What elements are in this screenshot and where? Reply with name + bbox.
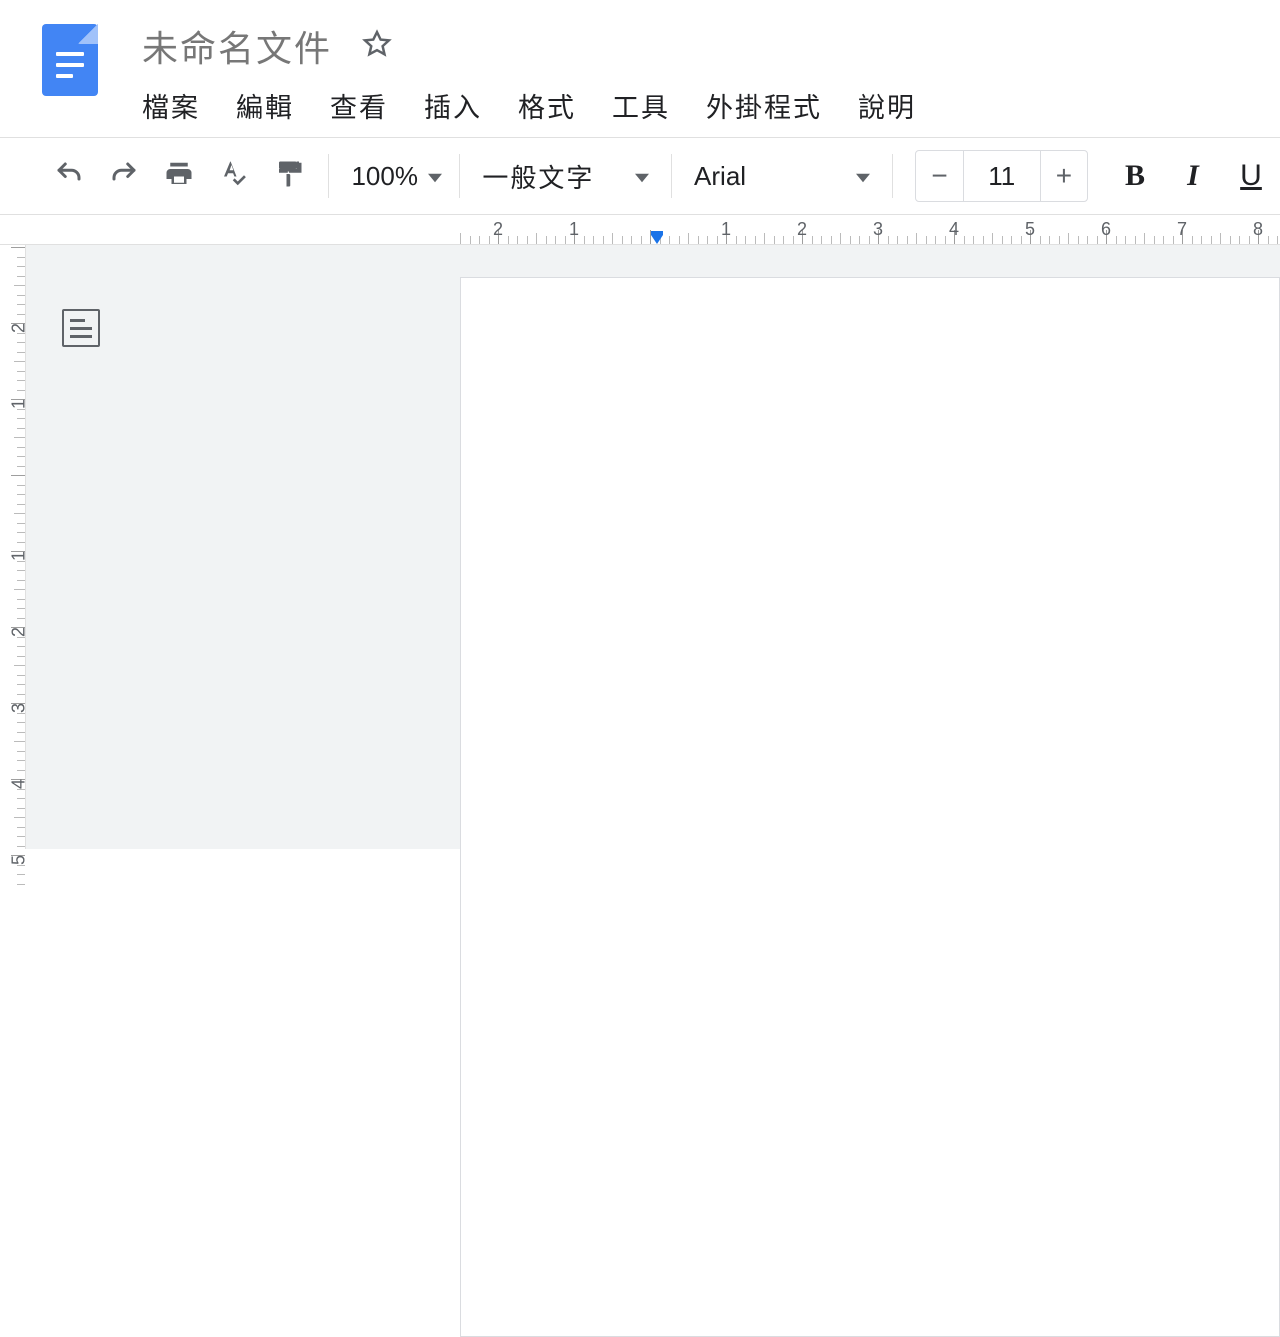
underline-button[interactable]: U bbox=[1222, 148, 1280, 204]
print-icon bbox=[164, 159, 194, 194]
logo-wrap bbox=[0, 14, 140, 96]
font-size-stepper: − + bbox=[915, 150, 1088, 202]
ruler-number: 8 bbox=[1253, 219, 1263, 240]
editor-surface: 2112345678 2112345 bbox=[0, 215, 1280, 849]
zoom-dropdown[interactable]: 100% bbox=[341, 148, 447, 204]
vertical-ruler[interactable]: 2112345 bbox=[0, 245, 26, 849]
toolbar-separator bbox=[671, 154, 672, 198]
header: 未命名文件 檔案 編輯 查看 插入 格式 工具 外掛程式 說明 bbox=[0, 0, 1280, 137]
menu-view[interactable]: 查看 bbox=[330, 86, 388, 125]
ruler-number: 4 bbox=[9, 779, 30, 789]
ruler-number: 3 bbox=[873, 219, 883, 240]
document-page[interactable] bbox=[460, 277, 1280, 1337]
bold-icon: B bbox=[1125, 159, 1145, 193]
toolbar-separator bbox=[459, 154, 460, 198]
font-size-increase-button[interactable]: + bbox=[1041, 151, 1087, 201]
paragraph-style-value: 一般文字 bbox=[482, 158, 594, 195]
toolbar-separator bbox=[328, 154, 329, 198]
undo-icon bbox=[54, 159, 84, 194]
ruler-number: 5 bbox=[1025, 219, 1035, 240]
text-format-group: B I U bbox=[1106, 148, 1280, 204]
ruler-number: 1 bbox=[721, 219, 731, 240]
ruler-number: 4 bbox=[949, 219, 959, 240]
ruler-number: 2 bbox=[493, 219, 503, 240]
italic-icon: I bbox=[1187, 159, 1199, 193]
zoom-value: 100% bbox=[351, 161, 418, 192]
font-dropdown[interactable]: Arial bbox=[684, 148, 880, 204]
redo-icon bbox=[109, 159, 139, 194]
docs-logo-icon[interactable] bbox=[42, 24, 98, 96]
ruler-number: 2 bbox=[797, 219, 807, 240]
chevron-down-icon bbox=[428, 161, 442, 192]
ruler-number: 5 bbox=[9, 855, 30, 865]
font-value: Arial bbox=[694, 161, 746, 192]
ruler-number: 7 bbox=[1177, 219, 1187, 240]
menu-insert[interactable]: 插入 bbox=[424, 86, 482, 125]
menu-format[interactable]: 格式 bbox=[518, 86, 576, 125]
star-icon bbox=[362, 29, 392, 64]
spellcheck-button[interactable] bbox=[207, 148, 262, 204]
title-column: 未命名文件 檔案 編輯 查看 插入 格式 工具 外掛程式 說明 bbox=[140, 14, 1280, 137]
ruler-number: 1 bbox=[569, 219, 579, 240]
print-button[interactable] bbox=[152, 148, 207, 204]
underline-icon: U bbox=[1240, 159, 1262, 193]
ruler-number: 1 bbox=[9, 399, 30, 409]
ruler-number: 6 bbox=[1101, 219, 1111, 240]
undo-button[interactable] bbox=[42, 148, 97, 204]
paint-roller-icon bbox=[274, 159, 304, 194]
menu-addons[interactable]: 外掛程式 bbox=[706, 86, 822, 125]
menu-tools[interactable]: 工具 bbox=[612, 86, 670, 125]
ruler-number: 3 bbox=[9, 703, 30, 713]
paragraph-style-dropdown[interactable]: 一般文字 bbox=[472, 148, 659, 204]
spellcheck-icon bbox=[219, 159, 249, 194]
toolbar-separator bbox=[892, 154, 893, 198]
menu-file[interactable]: 檔案 bbox=[142, 86, 200, 125]
menu-bar: 檔案 編輯 查看 插入 格式 工具 外掛程式 說明 bbox=[140, 72, 1280, 137]
ruler-number: 2 bbox=[9, 323, 30, 333]
star-button[interactable] bbox=[360, 29, 394, 63]
ruler-number: 1 bbox=[9, 551, 30, 561]
ruler-number: 2 bbox=[9, 627, 30, 637]
chevron-down-icon bbox=[635, 161, 649, 192]
italic-button[interactable]: I bbox=[1164, 148, 1222, 204]
menu-edit[interactable]: 編輯 bbox=[236, 86, 294, 125]
font-size-decrease-button[interactable]: − bbox=[916, 151, 962, 201]
document-title[interactable]: 未命名文件 bbox=[142, 20, 332, 72]
font-size-input[interactable] bbox=[963, 151, 1041, 201]
chevron-down-icon bbox=[856, 161, 870, 192]
indent-marker[interactable] bbox=[648, 231, 666, 245]
document-outline-button[interactable] bbox=[62, 309, 100, 347]
bold-button[interactable]: B bbox=[1106, 148, 1164, 204]
paint-format-button[interactable] bbox=[262, 148, 317, 204]
redo-button[interactable] bbox=[97, 148, 152, 204]
toolbar: 100% 一般文字 Arial − + B I U bbox=[0, 137, 1280, 215]
menu-help[interactable]: 說明 bbox=[858, 86, 916, 125]
title-row: 未命名文件 bbox=[140, 20, 1280, 72]
horizontal-ruler[interactable]: 2 1 1 2 3 4 5 6 7 8 bbox=[0, 215, 1280, 245]
